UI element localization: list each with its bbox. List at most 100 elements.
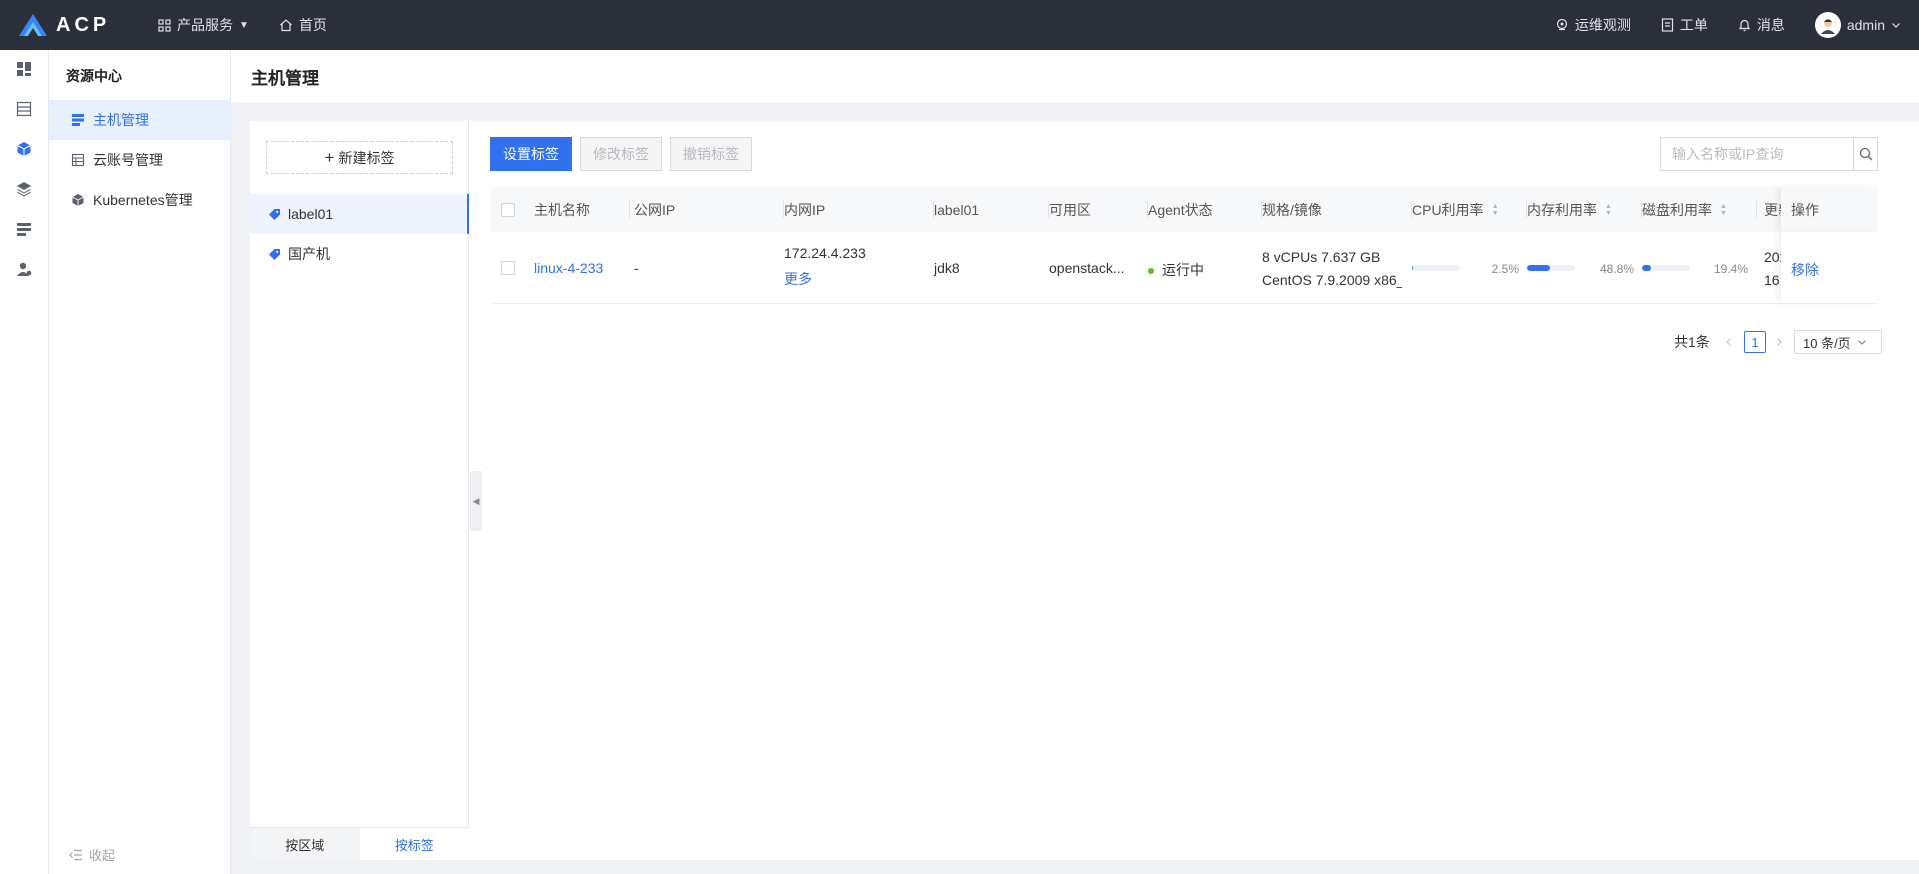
agent-status-cell: 运行中 bbox=[1148, 260, 1204, 280]
ops-observe-link[interactable]: 运维观测 bbox=[1555, 15, 1631, 35]
page-size-select[interactable]: 10 条/页 bbox=[1794, 330, 1882, 354]
column-header: Agent状态 bbox=[1148, 187, 1262, 232]
messages-link[interactable]: 消息 bbox=[1738, 15, 1785, 35]
bell-icon bbox=[1738, 19, 1750, 32]
table-header: 主机名称 公网IP 内网IP label01 可用区 Agent状态 规格/镜像… bbox=[490, 187, 1878, 232]
zone-cell: openstack... bbox=[1049, 260, 1125, 276]
user-menu[interactable]: admin bbox=[1814, 12, 1901, 38]
tickets-label: 工单 bbox=[1679, 17, 1708, 33]
column-header-sortable[interactable]: 内存利用率 ▲ ▼ bbox=[1527, 187, 1642, 232]
sidebar-item-label: 云账号管理 bbox=[93, 152, 163, 168]
remove-link[interactable]: 移除 bbox=[1791, 260, 1819, 280]
search-icon bbox=[1859, 147, 1872, 161]
label-item-label01[interactable]: label01 bbox=[250, 194, 469, 234]
disk-usage-text: 19.4% bbox=[1713, 262, 1748, 276]
host-name-link[interactable]: linux-4-233 bbox=[534, 260, 603, 276]
top-nav: 产品服务 ▼ 首页 bbox=[158, 0, 327, 50]
new-label-text: 新建标签 bbox=[338, 149, 395, 166]
layers-icon[interactable] bbox=[15, 180, 33, 198]
product-services-menu[interactable]: 产品服务 ▼ bbox=[158, 15, 249, 35]
edit-label-button[interactable]: 修改标签 bbox=[580, 137, 662, 171]
more-ips-link[interactable]: 更多 bbox=[784, 269, 812, 289]
select-all-cell bbox=[501, 187, 521, 232]
home-link[interactable]: 首页 bbox=[279, 15, 327, 35]
cube-icon bbox=[72, 194, 84, 206]
label01-value-cell: jdk8 bbox=[934, 260, 960, 276]
label-item-text: label01 bbox=[288, 206, 334, 222]
collapse-label: 收起 bbox=[89, 848, 116, 863]
column-header-sortable[interactable]: 磁盘利用率 ▲ ▼ bbox=[1642, 187, 1757, 232]
column-header: 公网IP bbox=[634, 187, 784, 232]
database-stack-icon[interactable] bbox=[15, 220, 33, 238]
caret-left-icon: ◀ bbox=[472, 495, 480, 506]
acp-logo-icon bbox=[19, 14, 47, 36]
user-settings-icon[interactable] bbox=[15, 260, 33, 278]
resource-cube-icon[interactable] bbox=[15, 140, 33, 158]
pagination: 共1条 bbox=[1674, 330, 1710, 354]
sidebar-collapse[interactable]: 收起 bbox=[69, 845, 115, 864]
column-header: label01 bbox=[934, 187, 1049, 232]
sort-icon: ▲ ▼ bbox=[1605, 202, 1612, 217]
spec-cell: 8 vCPUs 7.637 GB bbox=[1262, 249, 1381, 265]
label-item-text: 国产机 bbox=[288, 246, 330, 262]
top-right-nav: 运维观测 工单 消息 admin bbox=[1555, 0, 1901, 50]
top-bar: ACP 产品服务 ▼ 首页 运维观测 工单 消息 admin bbox=[0, 0, 1919, 50]
private-ip-cell: 172.24.4.233 bbox=[784, 245, 866, 261]
revoke-label-button[interactable]: 撤销标签 bbox=[670, 137, 752, 171]
collapse-menu-icon bbox=[69, 849, 82, 860]
server-list-icon[interactable] bbox=[15, 100, 33, 118]
total-count: 共1条 bbox=[1674, 334, 1710, 350]
action-header-cell: 操作 bbox=[1781, 187, 1878, 232]
sidebar-item-kubernetes[interactable]: Kubernetes管理 bbox=[49, 180, 231, 220]
messages-label: 消息 bbox=[1756, 17, 1785, 33]
tab-by-label[interactable]: 按标签 bbox=[359, 828, 469, 860]
avatar bbox=[1814, 12, 1841, 38]
memory-usage-fill bbox=[1527, 265, 1551, 271]
row-checkbox[interactable] bbox=[501, 261, 515, 275]
resource-sidebar: 资源中心 主机管理 云账号管理 Kubernetes管理 收起 bbox=[49, 50, 231, 874]
page-header: 主机管理 bbox=[231, 50, 1919, 102]
cpu-usage-bar bbox=[1412, 265, 1460, 271]
dashboard-icon[interactable] bbox=[15, 60, 33, 78]
column-header: 规格/镜像 bbox=[1262, 187, 1412, 232]
search-input[interactable] bbox=[1661, 138, 1853, 170]
column-header-sortable[interactable]: CPU利用率 ▲ ▼ bbox=[1412, 187, 1527, 232]
chevron-down-icon bbox=[1892, 23, 1900, 28]
tag-icon bbox=[269, 248, 280, 260]
chevron-left-icon bbox=[1726, 338, 1731, 346]
memory-usage-bar bbox=[1527, 265, 1575, 271]
label-panel-tabs: 按区域 按标签 bbox=[250, 827, 469, 860]
updated-date-cell: 202 bbox=[1764, 249, 1781, 265]
search-box bbox=[1660, 137, 1878, 171]
prev-page-button[interactable] bbox=[1724, 330, 1734, 354]
sidebar-item-cloud-account[interactable]: 云账号管理 bbox=[49, 140, 231, 180]
public-ip-cell: - bbox=[634, 260, 639, 276]
cpu-usage-text: 2.5% bbox=[1491, 262, 1519, 276]
document-icon bbox=[1661, 18, 1673, 32]
next-page-button[interactable] bbox=[1774, 330, 1784, 354]
column-header: 主机名称 bbox=[534, 187, 630, 232]
row-select-cell bbox=[501, 261, 515, 275]
plus-icon: + bbox=[324, 147, 335, 167]
label-item-domestic[interactable]: 国产机 bbox=[250, 234, 469, 274]
home-icon bbox=[280, 19, 292, 32]
action-cell: 移除 bbox=[1781, 232, 1878, 303]
panel-collapse-handle[interactable]: ◀ bbox=[470, 471, 482, 531]
sidebar-item-host-management[interactable]: 主机管理 bbox=[49, 100, 231, 140]
icon-rail bbox=[0, 50, 49, 874]
set-label-button[interactable]: 设置标签 bbox=[490, 137, 572, 171]
cpu-usage-fill bbox=[1412, 265, 1414, 271]
table-row: linux-4-233 - 172.24.4.233 更多 jdk8 opens… bbox=[490, 232, 1878, 304]
sort-icon: ▲ ▼ bbox=[1491, 202, 1499, 217]
page-number-current[interactable]: 1 bbox=[1744, 331, 1766, 353]
select-all-checkbox[interactable] bbox=[501, 202, 515, 217]
search-button[interactable] bbox=[1853, 138, 1877, 170]
logo-text: ACP bbox=[56, 13, 111, 36]
image-cell: CentOS 7.9.2009 x86_ bbox=[1262, 272, 1402, 288]
user-avatar-icon bbox=[1820, 19, 1835, 34]
tickets-link[interactable]: 工单 bbox=[1661, 15, 1708, 35]
tab-by-region[interactable]: 按区域 bbox=[250, 828, 360, 860]
content-card: + 新建标签 label01 国产机 按区域 按标签 ◀ 设置标签 修改标签 撤… bbox=[250, 121, 1919, 860]
new-label-button[interactable]: + 新建标签 bbox=[266, 141, 453, 174]
app-logo[interactable]: ACP bbox=[18, 12, 110, 38]
